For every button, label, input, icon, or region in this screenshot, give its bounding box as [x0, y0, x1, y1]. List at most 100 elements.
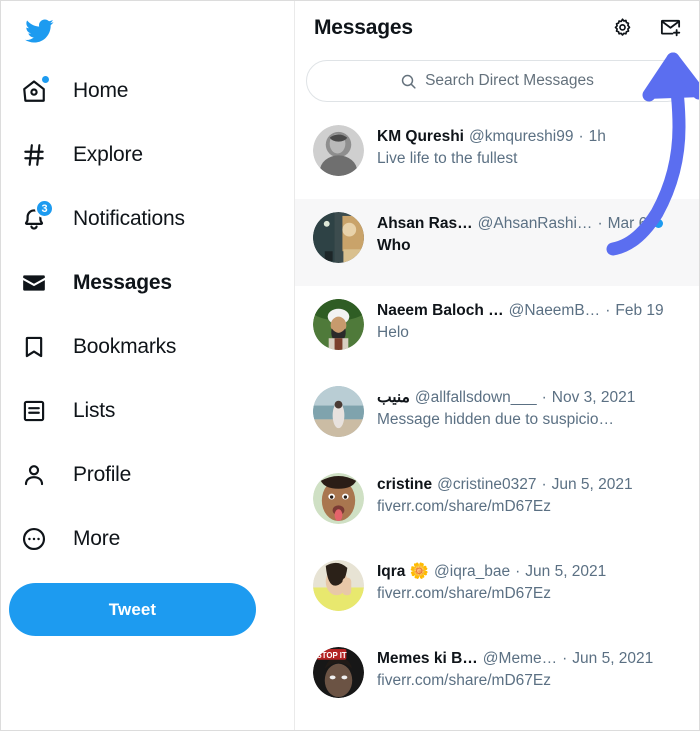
- bell-icon: 3: [15, 199, 54, 238]
- meta-separator: ·: [578, 128, 584, 145]
- settings-button[interactable]: [605, 11, 639, 45]
- meta-separator: ·: [605, 302, 611, 319]
- conversation-preview: Message hidden due to suspicio…: [377, 411, 614, 428]
- avatar: [313, 386, 364, 437]
- conversation-meta: منیب @allfallsdown___ · Nov 3, 2021: [377, 387, 685, 408]
- conversation-body: منیب @allfallsdown___ · Nov 3, 2021 Mess…: [377, 385, 685, 430]
- person-icon: [15, 456, 53, 494]
- conversation-name: Memes ki B…: [377, 650, 478, 667]
- more-circle-icon: [15, 520, 53, 558]
- conversation-meta: KM Qureshi @kmqureshi99 · 1h: [377, 126, 685, 147]
- avatar: [313, 473, 364, 524]
- conversation-time: 1h: [588, 128, 606, 145]
- meta-separator: ·: [541, 476, 547, 493]
- conversation-time: Feb 19: [615, 302, 664, 319]
- sidebar-label-profile: Profile: [73, 463, 132, 486]
- conversation-preview: fiverr.com/share/mD67Ez: [377, 672, 551, 689]
- new-message-icon: [660, 19, 680, 37]
- conversation-row[interactable]: KM Qureshi @kmqureshi99 · 1h Live life t…: [295, 112, 699, 199]
- sidebar-item-profile[interactable]: Profile: [9, 443, 294, 507]
- conversation-handle: @AhsanRashi…: [477, 215, 593, 232]
- conversation-row[interactable]: Naeem Baloch … @NaeemB… · Feb 19 Helo: [295, 286, 699, 373]
- sidebar-label-more: More: [73, 527, 121, 550]
- avatar: [313, 560, 364, 611]
- conversation-handle: @allfallsdown___: [414, 389, 537, 406]
- conversation-time: Nov 3, 2021: [551, 389, 636, 406]
- hashtag-icon: [15, 136, 53, 174]
- conversation-handle: @NaeemB…: [508, 302, 601, 319]
- notifications-badge-count: 3: [35, 199, 54, 218]
- svg-text:STOP IT: STOP IT: [317, 651, 347, 660]
- conversation-preview: fiverr.com/share/mD67Ez: [377, 498, 551, 515]
- sidebar-item-notifications[interactable]: 3 Notifications: [9, 187, 294, 251]
- conversation-name: Ahsan Ras…: [377, 215, 473, 232]
- conversation-row[interactable]: STOP IT Memes ki B… @Meme… · Jun 5, 2021…: [295, 634, 699, 721]
- conversation-body: KM Qureshi @kmqureshi99 · 1h Live life t…: [377, 124, 685, 169]
- conversation-body: Naeem Baloch … @NaeemB… · Feb 19 Helo: [377, 298, 685, 343]
- conversation-body: cristine @cristine0327 · Jun 5, 2021 fiv…: [377, 472, 685, 517]
- conversation-time: Jun 5, 2021: [551, 476, 633, 493]
- conversation-list: KM Qureshi @kmqureshi99 · 1h Live life t…: [295, 112, 699, 721]
- search-area: Search Direct Messages: [295, 54, 699, 112]
- conversation-preview: Live life to the fullest: [377, 150, 518, 167]
- conversation-row[interactable]: Ahsan Ras… @AhsanRashi… · Mar 6 Who: [295, 199, 699, 286]
- conversation-handle: @kmqureshi99: [468, 128, 574, 145]
- sidebar-item-lists[interactable]: Lists: [9, 379, 294, 443]
- page-title: Messages: [314, 15, 413, 39]
- conversation-meta: Memes ki B… @Meme… · Jun 5, 2021: [377, 648, 685, 669]
- meta-separator: ·: [515, 563, 521, 580]
- conversation-body: Ahsan Ras… @AhsanRashi… · Mar 6 Who: [377, 211, 685, 256]
- conversation-preview: Helo: [377, 324, 409, 341]
- twitter-logo[interactable]: [13, 5, 65, 57]
- twitter-bird-icon: [25, 19, 54, 43]
- conversation-body: Memes ki B… @Meme… · Jun 5, 2021 fiverr.…: [377, 646, 685, 691]
- sidebar-item-messages[interactable]: Messages: [9, 251, 294, 315]
- conversation-meta: Naeem Baloch … @NaeemB… · Feb 19: [377, 300, 685, 321]
- sidebar-label-lists: Lists: [73, 399, 116, 422]
- avatar: STOP IT: [313, 647, 364, 698]
- conversation-meta: Ahsan Ras… @AhsanRashi… · Mar 6: [377, 213, 685, 234]
- avatar: [313, 125, 364, 176]
- avatar: [313, 212, 364, 263]
- conversation-row[interactable]: cristine @cristine0327 · Jun 5, 2021 fiv…: [295, 460, 699, 547]
- meta-separator: ·: [541, 389, 547, 406]
- conversation-name: Iqra 🌼: [377, 563, 430, 580]
- sidebar-item-home[interactable]: Home: [9, 59, 294, 123]
- messages-column: Messages Search Direct Messages KM Qures…: [295, 1, 699, 730]
- sidebar-label-bookmarks: Bookmarks: [73, 335, 177, 358]
- sidebar-label-home: Home: [73, 79, 129, 102]
- twitter-messages-window: Home Explore 3 Notifications Messages Bo…: [0, 0, 700, 731]
- primary-sidebar: Home Explore 3 Notifications Messages Bo…: [1, 1, 295, 730]
- conversation-handle: @cristine0327: [437, 476, 537, 493]
- list-icon: [15, 392, 53, 430]
- conversation-row[interactable]: منیب @allfallsdown___ · Nov 3, 2021 Mess…: [295, 373, 699, 460]
- tweet-button[interactable]: Tweet: [9, 583, 256, 636]
- avatar: [313, 299, 364, 350]
- sidebar-label-explore: Explore: [73, 143, 143, 166]
- conversation-body: Iqra 🌼 @iqra_bae · Jun 5, 2021 fiverr.co…: [377, 559, 685, 604]
- sidebar-item-bookmarks[interactable]: Bookmarks: [9, 315, 294, 379]
- home-badge-dot: [40, 74, 51, 85]
- sidebar-item-explore[interactable]: Explore: [9, 123, 294, 187]
- conversation-row[interactable]: Iqra 🌼 @iqra_bae · Jun 5, 2021 fiverr.co…: [295, 547, 699, 634]
- meta-separator: ·: [562, 650, 568, 667]
- gear-icon: [614, 18, 630, 36]
- search-icon: [401, 74, 416, 89]
- conversation-time: Jun 5, 2021: [525, 563, 607, 580]
- conversation-name: cristine: [377, 476, 433, 493]
- sidebar-label-notifications: Notifications: [73, 207, 185, 230]
- conversation-handle: @Meme…: [482, 650, 558, 667]
- conversation-time: Mar 6: [607, 215, 648, 232]
- conversation-name: KM Qureshi: [377, 128, 464, 145]
- conversation-name: منیب: [377, 389, 410, 406]
- conversation-preview: Who: [377, 237, 411, 254]
- conversation-meta: cristine @cristine0327 · Jun 5, 2021: [377, 474, 685, 495]
- new-message-button[interactable]: [653, 11, 687, 45]
- unread-indicator-dot: [654, 219, 664, 228]
- search-input[interactable]: Search Direct Messages: [306, 60, 688, 102]
- conversation-name: Naeem Baloch …: [377, 302, 504, 319]
- header-actions: [605, 11, 687, 45]
- sidebar-item-more[interactable]: More: [9, 507, 294, 571]
- search-placeholder: Search Direct Messages: [425, 72, 594, 89]
- messages-header: Messages: [295, 1, 699, 54]
